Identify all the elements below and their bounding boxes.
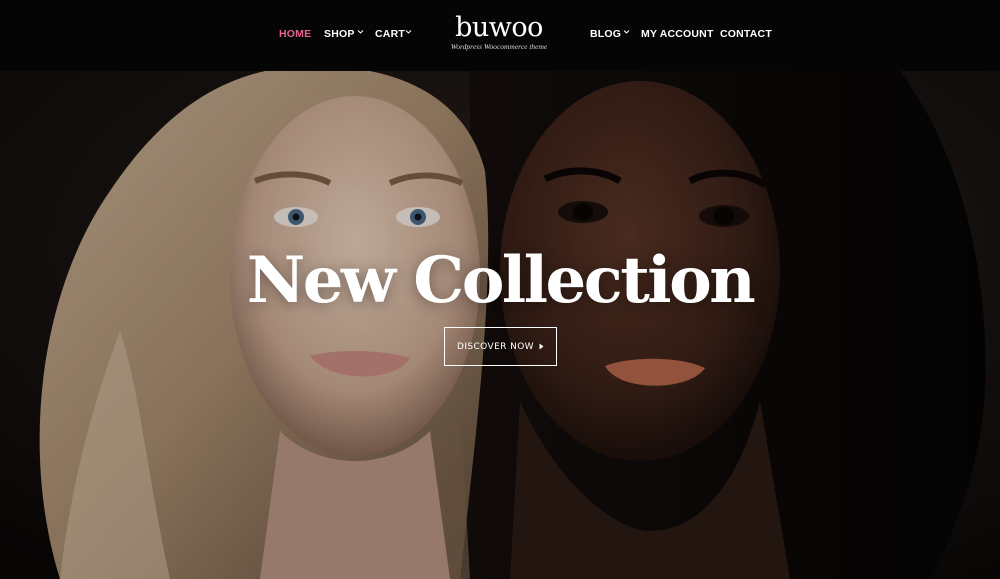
hero-title: New Collection (246, 243, 756, 318)
logo-tagline: Wordpress Woocommerce theme (450, 42, 548, 51)
chevron-down-icon[interactable] (623, 29, 631, 37)
nav-item-shop[interactable]: SHOP (324, 27, 355, 41)
discover-now-button[interactable]: DISCOVER NOW (444, 327, 557, 366)
nav-item-cart[interactable]: CART (375, 27, 405, 41)
chevron-down-icon[interactable] (405, 29, 413, 37)
site-header: HOME SHOP CART buwoo Wordpress Woocommer… (0, 0, 1000, 71)
caret-right-icon (539, 343, 544, 350)
discover-now-label: DISCOVER NOW (457, 341, 534, 352)
nav-item-contact[interactable]: CONTACT (720, 27, 772, 41)
hero-overlay (0, 71, 1000, 579)
nav-item-home[interactable]: HOME (279, 27, 311, 41)
logo-wordmark: buwoo (455, 12, 543, 43)
nav-item-my-account[interactable]: MY ACCOUNT (641, 27, 714, 41)
hero-banner: New Collection DISCOVER NOW (0, 71, 1000, 579)
site-logo[interactable]: buwoo Wordpress Woocommerce theme (440, 14, 558, 58)
nav-item-blog[interactable]: BLOG (590, 27, 621, 41)
chevron-down-icon[interactable] (357, 29, 365, 37)
